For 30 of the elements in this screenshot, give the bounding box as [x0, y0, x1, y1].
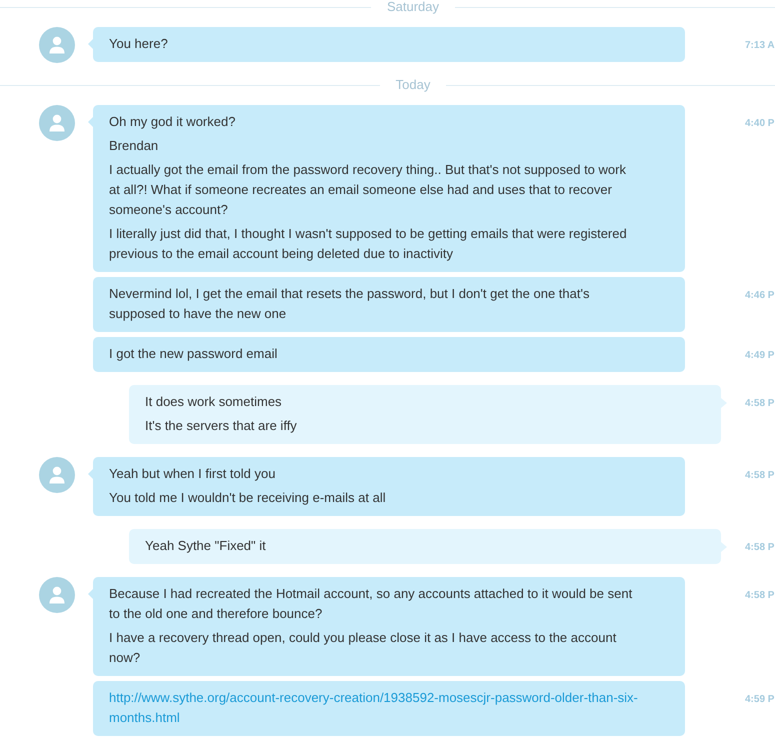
- day-divider-label: Saturday: [386, 0, 440, 14]
- message-time: 4:59 P: [745, 693, 774, 707]
- message-text: It's the servers that are iffy: [145, 417, 298, 435]
- avatar-icon: [39, 105, 75, 141]
- message-text: You told me I wouldn't be receiving e-mails at all: [109, 489, 387, 507]
- avatar-icon: [39, 457, 75, 493]
- message-text: You here?: [109, 35, 169, 53]
- message-link[interactable]: http://www.sythe.org/account-recovery-creation/1938592-mosescjr-password-older-than-six-months.html: [109, 688, 638, 728]
- message-time: 4:46 P: [745, 289, 774, 303]
- message-text: Yeah Sythe "Fixed" it: [145, 537, 267, 555]
- message-text: I literally just did that, I thought I wasn't supposed to be getting emails that were registered previous to the email account being deleted due to inactivity: [109, 225, 628, 263]
- day-divider-label: Today: [394, 78, 432, 92]
- avatar-icon: [39, 577, 75, 613]
- message-time: 4:58 P: [745, 589, 774, 603]
- message-time: 4:58 P: [745, 541, 774, 555]
- message-time: 4:58 P: [745, 469, 774, 483]
- message-text: I got the new password email: [109, 345, 278, 363]
- message-time: 4:49 P: [745, 349, 774, 363]
- message-text: Yeah but when I first told you: [109, 465, 276, 483]
- message-text: Because I had recreated the Hotmail account, so any accounts attached to it would be sent to the old one and therefore bounce?: [109, 585, 634, 623]
- message-text: I actually got the email from the password recovery thing.. But that's not supposed to work at all?! What if someone recreates an email someone else had and uses that to recover someone's account?: [109, 161, 627, 219]
- avatar-icon: [39, 27, 75, 63]
- message-text: It does work sometimes: [145, 393, 283, 411]
- message-time: 4:58 P: [745, 397, 774, 411]
- message-text: I have a recovery thread open, could you please close it as I have access to the account now?: [109, 629, 618, 667]
- message-time: 7:13 A: [745, 39, 775, 53]
- message-text: Nevermind lol, I get the email that resets the password, but I don't get the one that's supposed to have the new one: [109, 285, 590, 323]
- message-text: Oh my god it worked?: [109, 113, 236, 131]
- message-text: Brendan: [109, 137, 160, 155]
- message-time: 4:40 P: [745, 117, 774, 131]
